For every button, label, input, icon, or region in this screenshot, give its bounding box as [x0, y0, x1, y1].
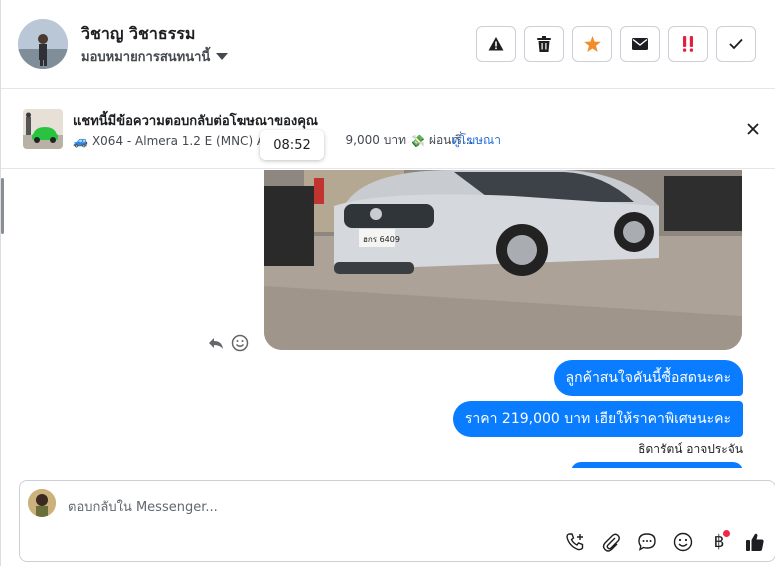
call-button[interactable] — [562, 529, 588, 555]
phone-plus-icon — [566, 533, 584, 551]
reply-composer: ตอบกลับใน Messenger... ฿ — [19, 480, 775, 562]
message-thread[interactable]: ฮกร 6409 ลูกค้าสนใจคันนี้ซื้อสดนะคะ ราคา… — [1, 170, 775, 468]
scrollbar[interactable] — [1, 178, 4, 234]
sender-name: ธิดารัตน์ อาจประจัน — [638, 442, 743, 456]
notification-dot — [723, 530, 730, 537]
message-time-tooltip: 08:52 — [260, 130, 324, 160]
reply-icon[interactable] — [208, 335, 224, 351]
money-emoji: 💸 — [409, 133, 425, 148]
warning-icon — [488, 37, 504, 51]
assign-conversation-dropdown[interactable]: มอบหมายการสนทนานี้ — [81, 46, 229, 67]
ad-thumbnail[interactable] — [23, 109, 63, 149]
payment-button[interactable]: ฿ — [706, 529, 732, 555]
report-spam-button[interactable] — [476, 26, 516, 62]
like-button[interactable] — [742, 529, 768, 555]
saved-replies-button[interactable] — [634, 529, 660, 555]
urgent-icon — [683, 36, 693, 52]
star-button[interactable] — [572, 26, 612, 62]
license-plate: ฮกร 6409 — [363, 235, 400, 244]
outgoing-message[interactable]: ราคา 219,000 บาท เฮียให้ราคาพิเศษนะคะ — [452, 401, 743, 437]
chat-bubble-icon — [638, 533, 656, 551]
close-icon — [747, 123, 759, 135]
conversation-actions — [476, 26, 756, 62]
react-emoji-icon[interactable] — [231, 334, 249, 352]
follow-up-button[interactable] — [668, 26, 708, 62]
close-banner-button[interactable] — [741, 117, 765, 141]
star-icon — [583, 36, 601, 52]
trash-icon — [537, 36, 551, 52]
outgoing-message[interactable]: ลูกค้าสนใจคันนี้ซื้อสดนะคะ — [553, 360, 743, 396]
smiley-icon — [673, 532, 693, 552]
composer-toolbar: ฿ — [562, 529, 768, 555]
ad-description-price: 9,000 บาท — [345, 133, 406, 147]
view-ad-link[interactable]: ดูโฆษณา — [452, 131, 501, 150]
emoji-button[interactable] — [670, 529, 696, 555]
conversation-header: วิชาญ วิชาธรรม มอบหมายการสนทนานี้ — [1, 0, 775, 89]
outgoing-message-partial[interactable] — [571, 462, 743, 468]
car-emoji: 🚙 — [73, 133, 88, 148]
user-avatar — [28, 489, 56, 517]
contact-name[interactable]: วิชาญ วิชาธรรม — [81, 22, 195, 47]
car-photo-message[interactable]: ฮกร 6409 — [264, 170, 742, 350]
ad-description-model: X064 - Almera 1.2 E (MNC) AT — [91, 133, 272, 148]
assign-label: มอบหมายการสนทนานี้ — [81, 50, 211, 65]
attach-button[interactable] — [598, 529, 624, 555]
thumbs-up-icon — [746, 533, 764, 551]
caret-down-icon — [216, 53, 229, 60]
contact-avatar[interactable] — [18, 19, 68, 69]
messenger-conversation: วิชาญ วิชาธรรม มอบหมายการสนทนานี้ แชทนี้… — [0, 0, 775, 566]
ad-reply-banner: แชทนี้มีข้อความตอบกลับต่อโฆษณาของคุณ 🚙 X… — [1, 89, 775, 169]
delete-button[interactable] — [524, 26, 564, 62]
mail-icon — [632, 38, 648, 50]
mark-unread-button[interactable] — [620, 26, 660, 62]
reply-input[interactable]: ตอบกลับใน Messenger... — [68, 496, 218, 517]
mark-done-button[interactable] — [716, 26, 756, 62]
ad-banner-title: แชทนี้มีข้อความตอบกลับต่อโฆษณาของคุณ — [73, 114, 318, 129]
check-icon — [729, 38, 743, 50]
paperclip-icon — [602, 533, 620, 552]
